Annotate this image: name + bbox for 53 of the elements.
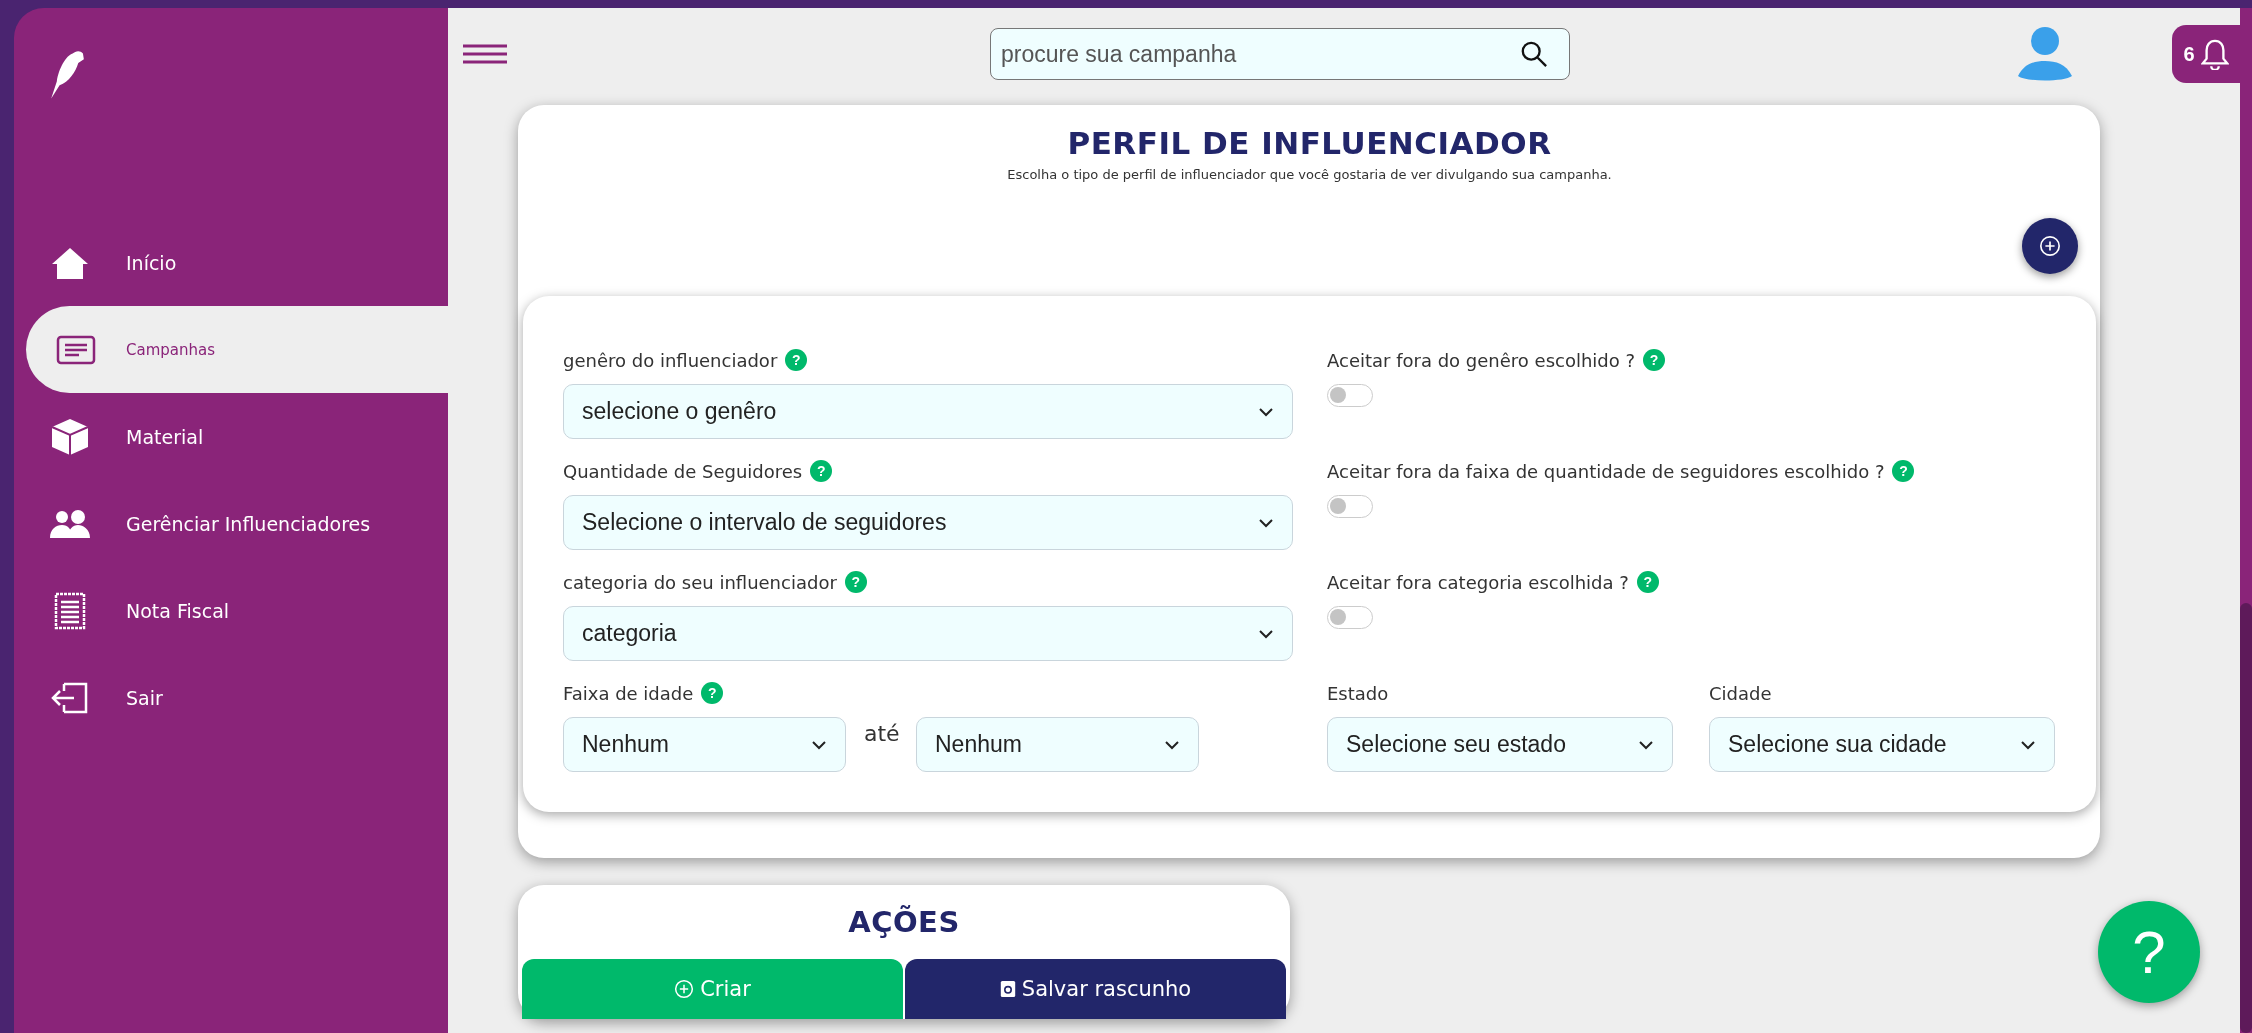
section-title: AÇÕES <box>847 905 961 939</box>
toggle-label: Aceitar fora categoria escolhida ? <box>1327 571 1629 593</box>
document-icon <box>56 334 96 365</box>
field-label: Quantidade de Seguidores <box>563 460 803 482</box>
select-field[interactable]: Nenhum <box>563 717 846 772</box>
chevron-down-icon <box>1258 517 1274 528</box>
select-field[interactable]: Selecione sua cidade <box>1709 717 2055 772</box>
house-icon <box>50 245 90 280</box>
action-button[interactable]: Salvar rascunho <box>905 959 1286 1019</box>
field-label: categoria do seu influenciador <box>563 571 837 593</box>
sidebar-item[interactable]: Campanhas <box>26 306 448 393</box>
bell-icon <box>2200 38 2229 70</box>
chevron-down-icon <box>1164 739 1180 750</box>
field-label: Cidade <box>1709 682 1772 704</box>
field-label: Estado <box>1327 682 1389 704</box>
range-separator: até <box>864 721 898 746</box>
search-field[interactable]: procure sua campanha <box>990 28 1570 80</box>
field-label: Faixa de idade <box>563 682 694 704</box>
chevron-down-icon <box>811 739 827 750</box>
notification-button[interactable]: 6 <box>2172 25 2240 83</box>
toggle-label: Aceitar fora do genêro escolhido ? <box>1327 349 1636 371</box>
toggle-switch[interactable] <box>1327 495 1373 518</box>
receipt-icon <box>53 590 87 631</box>
menu-icon[interactable] <box>463 44 507 64</box>
select-field[interactable]: Selecione seu estado <box>1327 717 1673 772</box>
chevron-down-icon <box>1258 628 1274 639</box>
toggle-label: Aceitar fora da faixa de quantidade de seguidores escolhido ? <box>1327 460 1885 482</box>
select-field[interactable]: Selecione o intervalo de seguidores <box>563 495 1293 550</box>
chevron-down-icon <box>1638 739 1654 750</box>
sidebar-item[interactable]: Sair <box>14 654 448 741</box>
search-icon[interactable] <box>1520 40 1548 68</box>
field-label: genêro do influenciador <box>563 349 778 371</box>
section-subtitle: Escolha o tipo de perfil de influenciador que você gostaria de ver divulgando sua campanha. <box>1006 167 1613 182</box>
plus-circle-icon <box>2039 235 2061 257</box>
select-field[interactable]: Nenhum <box>916 717 1199 772</box>
toggle-switch[interactable] <box>1327 384 1373 407</box>
user-avatar-icon[interactable] <box>2018 26 2072 82</box>
select-field[interactable]: categoria <box>563 606 1293 661</box>
sidebar-item[interactable]: Material <box>14 393 448 480</box>
chevron-down-icon <box>2020 739 2036 750</box>
users-icon <box>50 508 90 539</box>
sidebar-item[interactable]: Nota Fiscal <box>14 567 448 654</box>
toggle-switch[interactable] <box>1327 606 1373 629</box>
select-field[interactable]: selecione o genêro <box>563 384 1293 439</box>
sidebar-item[interactable]: Início <box>14 219 448 306</box>
scrollbar[interactable] <box>2240 8 2252 1033</box>
exit-icon <box>50 681 90 714</box>
plus-circle-icon <box>674 979 695 999</box>
cube-icon <box>50 416 90 457</box>
section-title: PERFIL DE INFLUENCIADOR <box>1066 125 1553 161</box>
add-button[interactable] <box>2022 218 2078 274</box>
chevron-down-icon <box>1258 406 1274 417</box>
sidebar-item[interactable]: Gerênciar Influenciadores <box>14 480 448 567</box>
